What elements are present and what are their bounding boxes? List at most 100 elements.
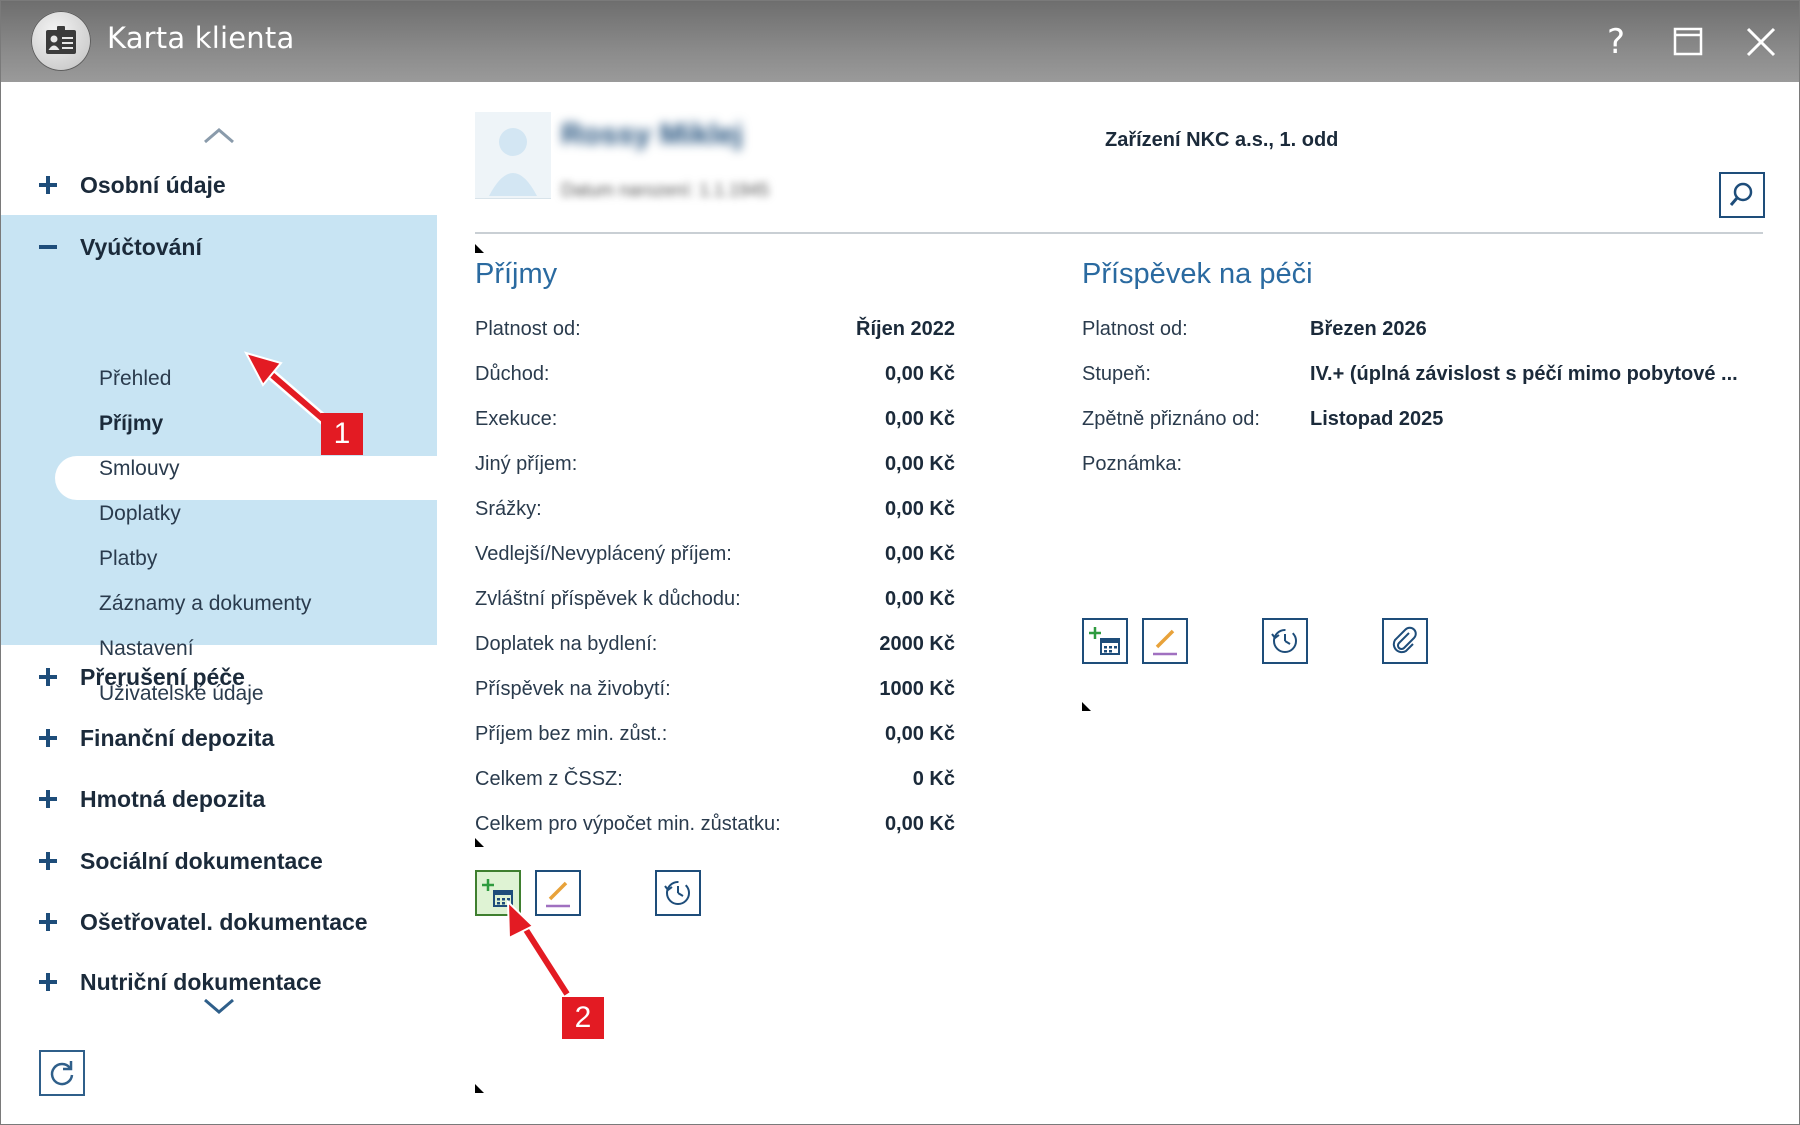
collapse-minus-icon — [39, 245, 57, 249]
prijmy-value: 0,00 Kč — [884, 588, 955, 610]
sidebar: Osobní údaje Vyúčtování Přehled Příjmy S… — [1, 82, 437, 1124]
corner-mark — [475, 1084, 484, 1093]
history-clock-icon — [1271, 629, 1297, 653]
pencil-icon — [546, 881, 570, 908]
close-icon — [1746, 27, 1776, 57]
prijmy-value: 0,00 Kč — [884, 543, 955, 565]
prijmy-value: 0,00 Kč — [884, 813, 955, 835]
annotation-badge-2: 2 — [562, 997, 604, 1039]
nav-group-label: Nutriční dokumentace — [80, 969, 322, 993]
attachment-button[interactable] — [1382, 618, 1428, 664]
client-subtitle: Datum narození: 1.1.1945 — [561, 180, 770, 200]
prijmy-value: 2000 Kč — [879, 633, 955, 655]
prispevek-label: Platnost od: — [1082, 318, 1188, 340]
window-title: Karta klienta — [107, 21, 295, 55]
client-card-icon — [31, 11, 91, 71]
corner-mark — [475, 838, 484, 847]
maximize-icon — [1673, 27, 1703, 56]
add-calendar-icon — [482, 879, 513, 907]
nav-group-nutricni-dokumentace[interactable]: Nutriční dokumentace — [1, 955, 437, 993]
expand-plus-icon — [39, 852, 57, 870]
corner-mark — [475, 244, 484, 253]
nav-group-label: Hmotná depozita — [80, 786, 266, 812]
edit-income-button[interactable] — [535, 870, 581, 916]
search-button[interactable] — [1719, 172, 1765, 218]
expand-plus-icon — [39, 176, 57, 194]
prispevek-label: Poznámka: — [1082, 453, 1183, 475]
add-calendar-icon — [1089, 627, 1120, 655]
add-income-button[interactable] — [475, 870, 521, 916]
prijmy-label: Příjem bez min. zůst.: — [475, 723, 668, 745]
nav-group-preruseni-pece[interactable]: Přerušení péče — [1, 650, 437, 706]
nav-group-hmotna-depozita[interactable]: Hmotná depozita — [1, 772, 437, 828]
prijmy-label: Vedlejší/Nevyplácený příjem: — [475, 543, 732, 565]
expand-plus-icon — [39, 790, 57, 808]
help-button[interactable]: ? — [1591, 17, 1641, 67]
paperclip-icon — [1392, 626, 1417, 654]
income-history-button[interactable] — [655, 870, 701, 916]
edit-care-allowance-button[interactable] — [1142, 618, 1188, 664]
corner-mark — [1082, 702, 1091, 711]
prijmy-label: Celkem pro výpočet min. zůstatku: — [475, 813, 781, 835]
nav-item-zaznamy[interactable]: Záznamy a dokumenty — [99, 592, 311, 616]
history-clock-icon — [664, 881, 690, 905]
refresh-button[interactable] — [39, 1050, 85, 1096]
title-bar: Karta klienta ? — [1, 1, 1799, 82]
search-icon — [1729, 182, 1753, 206]
prijmy-value: 0,00 Kč — [884, 408, 955, 430]
prispevek-value: Březen 2026 — [1310, 318, 1427, 340]
prispevek-label: Zpětně přiznáno od: — [1082, 408, 1260, 430]
prijmy-value: 0,00 Kč — [884, 453, 955, 475]
nav-group-label: Sociální dokumentace — [80, 848, 323, 874]
person-placeholder-icon — [489, 128, 537, 196]
nav-group-label: Osobní údaje — [80, 172, 226, 198]
nav-item-smlouvy[interactable]: Smlouvy — [99, 457, 180, 481]
prispevek-value: IV.+ (úplná závislost s péčí mimo pobyto… — [1310, 363, 1738, 385]
prijmy-value: 0 Kč — [912, 768, 955, 790]
expand-plus-icon — [39, 913, 57, 931]
prispevek-title: Příspěvek na péči — [1082, 258, 1313, 290]
client-avatar — [475, 112, 551, 199]
add-care-allowance-button[interactable] — [1082, 618, 1128, 664]
nav-group-socialni-dokumentace[interactable]: Sociální dokumentace — [1, 834, 437, 890]
prijmy-label: Exekuce: — [475, 408, 558, 430]
prijmy-label: Jiný příjem: — [475, 453, 578, 475]
nav-group-vyuctovani[interactable]: Vyúčtování — [1, 220, 437, 276]
main-content: Rossy Miklej Datum narození: 1.1.1945 Za… — [437, 82, 1799, 1124]
nav-item-platby[interactable]: Platby — [99, 547, 157, 571]
close-button[interactable] — [1736, 17, 1786, 67]
nav-item-prijmy[interactable]: Příjmy — [99, 412, 163, 436]
prijmy-label: Důchod: — [475, 363, 550, 385]
prijmy-label: Srážky: — [475, 498, 542, 520]
prijmy-label: Celkem z ČSSZ: — [475, 768, 623, 790]
prijmy-label: Platnost od: — [475, 318, 581, 340]
prijmy-label: Příspěvek na živobytí: — [475, 678, 671, 700]
prijmy-value: 0,00 Kč — [884, 363, 955, 385]
maximize-button[interactable] — [1663, 17, 1713, 67]
nav-group-label: Ošetřovatel. dokumentace — [80, 909, 368, 935]
nav-group-osobni-udaje[interactable]: Osobní údaje — [1, 158, 437, 214]
prijmy-value: 0,00 Kč — [884, 498, 955, 520]
prijmy-value: Říjen 2022 — [856, 318, 955, 340]
client-name: Rossy Miklej — [561, 118, 743, 151]
nav-group-osetrovatel-dokumentace[interactable]: Ošetřovatel. dokumentace — [1, 895, 437, 951]
pencil-icon — [1153, 629, 1177, 656]
scroll-down-icon[interactable] — [201, 996, 237, 1016]
nav-item-prehled[interactable]: Přehled — [99, 367, 171, 391]
prijmy-label: Zvláštní příspěvek k důchodu: — [475, 588, 741, 610]
header-divider — [475, 232, 1763, 234]
scroll-up-icon[interactable] — [201, 126, 237, 146]
prijmy-label: Doplatek na bydlení: — [475, 633, 658, 655]
nav-group-label: Vyúčtování — [80, 234, 202, 260]
facility-name: Zařízení NKC a.s., 1. odd — [1105, 129, 1339, 151]
nav-group-label: Přerušení péče — [80, 664, 245, 690]
nav-group-vyuctovani-expanded: Vyúčtování Přehled Příjmy Smlouvy Doplat… — [1, 215, 437, 705]
expand-plus-icon — [39, 729, 57, 747]
care-allowance-history-button[interactable] — [1262, 618, 1308, 664]
expand-plus-icon — [39, 668, 57, 686]
prijmy-value: 0,00 Kč — [884, 723, 955, 745]
nav-group-financni-depozita[interactable]: Finanční depozita — [1, 711, 437, 767]
annotation-badge-1: 1 — [321, 413, 363, 455]
expand-plus-icon — [39, 973, 57, 991]
nav-item-doplatky[interactable]: Doplatky — [99, 502, 181, 526]
